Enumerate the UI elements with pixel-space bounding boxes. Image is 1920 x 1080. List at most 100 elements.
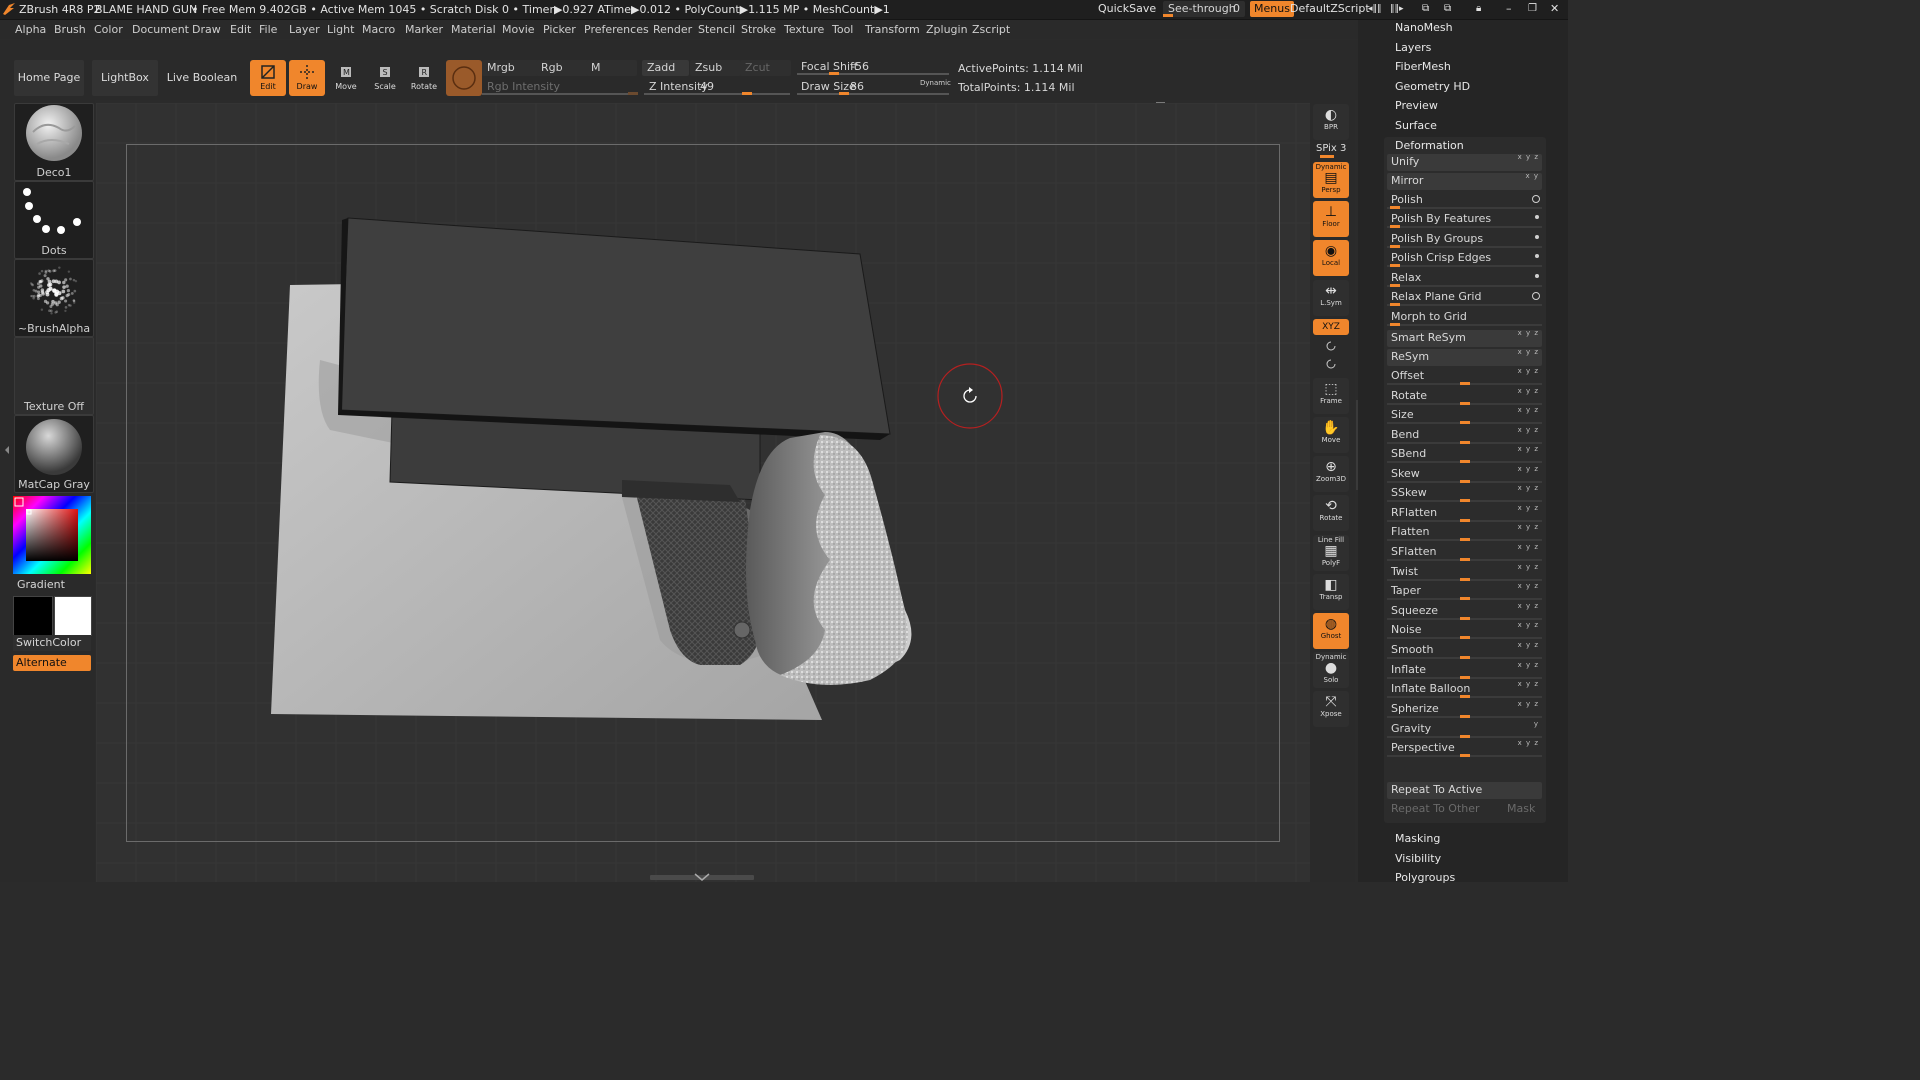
- deformation-offset-knob[interactable]: [1459, 382, 1470, 385]
- alternate-button[interactable]: Alternate: [13, 655, 91, 671]
- deformation-skew-slider[interactable]: Skew x y z: [1387, 465, 1542, 483]
- menu-macro[interactable]: Macro: [362, 23, 395, 36]
- deformation-sbend-knob[interactable]: [1459, 460, 1470, 463]
- zcut-toggle[interactable]: Zcut: [740, 60, 791, 76]
- subpalette-visibility[interactable]: Visibility: [1395, 852, 1441, 865]
- deformation-size-axis-toggles[interactable]: x y z: [1518, 406, 1539, 414]
- deformation-rflatten-axis-toggles[interactable]: x y z: [1518, 504, 1539, 512]
- rotate-axis-icons[interactable]: [1322, 338, 1340, 372]
- menu-zplugin[interactable]: Zplugin: [926, 23, 968, 36]
- chevron-updown-icon[interactable]: [692, 872, 712, 882]
- move-button[interactable]: ✋ Move: [1313, 417, 1349, 453]
- deformation-relax-mode-icon[interactable]: [1535, 274, 1539, 278]
- deformation-sbend-slider[interactable]: SBend x y z: [1387, 445, 1542, 463]
- solo-button[interactable]: Dynamic ● Solo: [1313, 652, 1349, 688]
- lock-icon[interactable]: 🔒︎: [1472, 1, 1485, 17]
- bpr-button[interactable]: ◐ BPR: [1313, 104, 1349, 140]
- subpalette-nanomesh[interactable]: NanoMesh: [1395, 21, 1453, 34]
- deformation-polish-mode-icon[interactable]: [1532, 195, 1540, 203]
- secondary-color-swatch[interactable]: [54, 596, 92, 636]
- deformation-polish-by-features-knob[interactable]: [1389, 225, 1400, 228]
- live-boolean-button[interactable]: Live Boolean: [166, 60, 238, 96]
- subpalette-geometry-hd[interactable]: Geometry HD: [1395, 80, 1470, 93]
- deformation-perspective-axis-toggles[interactable]: x y z: [1518, 739, 1539, 747]
- deformation-twist-slider[interactable]: Twist x y z: [1387, 563, 1542, 581]
- deformation-sskew-slider[interactable]: SSkew x y z: [1387, 484, 1542, 502]
- menu-document[interactable]: Document: [132, 23, 189, 36]
- subpalette-layers[interactable]: Layers: [1395, 41, 1431, 54]
- menu-light[interactable]: Light: [327, 23, 354, 36]
- deformation-smooth-axis-toggles[interactable]: x y z: [1518, 641, 1539, 649]
- deformation-polish-by-groups-slider[interactable]: Polish By Groups: [1387, 231, 1542, 248]
- deformation-spherize-slider[interactable]: Spherize x y z: [1387, 700, 1542, 718]
- deformation-inflate-balloon-knob[interactable]: [1459, 695, 1470, 698]
- deformation-inflate-balloon-axis-toggles[interactable]: x y z: [1518, 680, 1539, 688]
- deformation-taper-slider[interactable]: Taper x y z: [1387, 582, 1542, 600]
- deformation-perspective-slider[interactable]: Perspective x y z: [1387, 739, 1542, 757]
- deformation-twist-axis-toggles[interactable]: x y z: [1518, 563, 1539, 571]
- deformation-gravity-slider[interactable]: Gravity y: [1387, 720, 1542, 738]
- deformation-polish-by-groups-mode-icon[interactable]: [1535, 235, 1539, 239]
- l-sym-button[interactable]: ⇹ L.Sym: [1313, 280, 1349, 316]
- home-page-button[interactable]: Home Page: [14, 60, 84, 96]
- mask-label[interactable]: Mask: [1507, 802, 1535, 815]
- zadd-toggle[interactable]: Zadd: [642, 60, 689, 76]
- menu-stencil[interactable]: Stencil: [698, 23, 735, 36]
- layout-ui-icon[interactable]: ⧉: [1440, 1, 1455, 17]
- close-icon[interactable]: ✕: [1546, 1, 1563, 17]
- mrgb-toggle[interactable]: Mrgb: [482, 60, 539, 76]
- deformation-polish-knob[interactable]: [1389, 206, 1400, 209]
- menu-draw[interactable]: Draw: [192, 23, 221, 36]
- subpalette-surface[interactable]: Surface: [1395, 119, 1437, 132]
- hand-gun-model[interactable]: [260, 210, 920, 730]
- z-intensity-slider[interactable]: Z Intensity 49: [644, 79, 790, 95]
- deformation-gravity-axis-toggles[interactable]: y: [1534, 720, 1539, 728]
- deformation-inflate-knob[interactable]: [1459, 676, 1470, 679]
- frame-button[interactable]: ⬚ Frame: [1313, 378, 1349, 414]
- deformation-polish-slider[interactable]: Polish: [1387, 192, 1542, 209]
- rgb-intensity-slider[interactable]: Rgb Intensity: [482, 79, 638, 95]
- draw-tool-button[interactable]: Draw: [289, 60, 325, 96]
- quicksave-button[interactable]: QuickSave: [1094, 1, 1160, 17]
- local-button[interactable]: ◉ Local: [1313, 240, 1349, 276]
- deformation-flatten-axis-toggles[interactable]: x y z: [1518, 523, 1539, 531]
- deformation-rflatten-slider[interactable]: RFlatten x y z: [1387, 504, 1542, 522]
- menu-zscript[interactable]: Zscript: [972, 23, 1010, 36]
- deformation-size-knob[interactable]: [1459, 421, 1470, 424]
- layout-swap-icon[interactable]: ⧉: [1418, 1, 1433, 17]
- menu-material[interactable]: Material: [451, 23, 496, 36]
- deformation-relax-plane-grid-slider[interactable]: Relax Plane Grid: [1387, 289, 1542, 306]
- xpose-button[interactable]: ⤧ Xpose: [1313, 691, 1349, 727]
- deformation-polish-by-features-slider[interactable]: Polish By Features: [1387, 211, 1542, 228]
- deformation-noise-axis-toggles[interactable]: x y z: [1518, 621, 1539, 629]
- deformation-rotate-knob[interactable]: [1459, 402, 1470, 405]
- deformation-mirror-axis-toggles[interactable]: x y: [1525, 172, 1539, 180]
- xyz-symmetry-button[interactable]: XYZ: [1313, 319, 1349, 335]
- deformation-skew-axis-toggles[interactable]: x y z: [1518, 465, 1539, 473]
- polyf-button[interactable]: Line Fill ▦ PolyF: [1313, 535, 1349, 571]
- m-toggle[interactable]: M: [586, 60, 637, 76]
- deformation-relax-plane-grid-knob[interactable]: [1389, 303, 1400, 306]
- menu-marker[interactable]: Marker: [405, 23, 443, 36]
- deformation-noise-knob[interactable]: [1459, 636, 1470, 639]
- move-tool-button[interactable]: M Move: [328, 60, 364, 96]
- deformation-inflate-axis-toggles[interactable]: x y z: [1518, 661, 1539, 669]
- left-shelf-collapse-handle[interactable]: [5, 420, 9, 480]
- default-zscript-button[interactable]: DefaultZScript: [1286, 1, 1374, 17]
- deformation-taper-axis-toggles[interactable]: x y z: [1518, 582, 1539, 590]
- repeat-to-other-label[interactable]: Repeat To Other: [1391, 802, 1480, 815]
- deformation-flatten-slider[interactable]: Flatten x y z: [1387, 523, 1542, 541]
- menu-preferences[interactable]: Preferences: [584, 23, 649, 36]
- subpalette-polygroups[interactable]: Polygroups: [1395, 871, 1455, 884]
- material-selector[interactable]: MatCap Gray: [14, 415, 94, 493]
- deformation-relax-plane-grid-mode-icon[interactable]: [1532, 292, 1540, 300]
- deformation-squeeze-slider[interactable]: Squeeze x y z: [1387, 602, 1542, 620]
- deformation-taper-knob[interactable]: [1459, 597, 1470, 600]
- menu-stroke[interactable]: Stroke: [741, 23, 776, 36]
- deformation-bend-axis-toggles[interactable]: x y z: [1518, 426, 1539, 434]
- ghost-button[interactable]: ◍ Ghost: [1313, 613, 1349, 649]
- zoom3d-button[interactable]: ⊕ Zoom3D: [1313, 456, 1349, 492]
- deformation-sbend-axis-toggles[interactable]: x y z: [1518, 445, 1539, 453]
- deformation-unify-axis-toggles[interactable]: x y z: [1518, 153, 1539, 161]
- deformation-skew-knob[interactable]: [1459, 480, 1470, 483]
